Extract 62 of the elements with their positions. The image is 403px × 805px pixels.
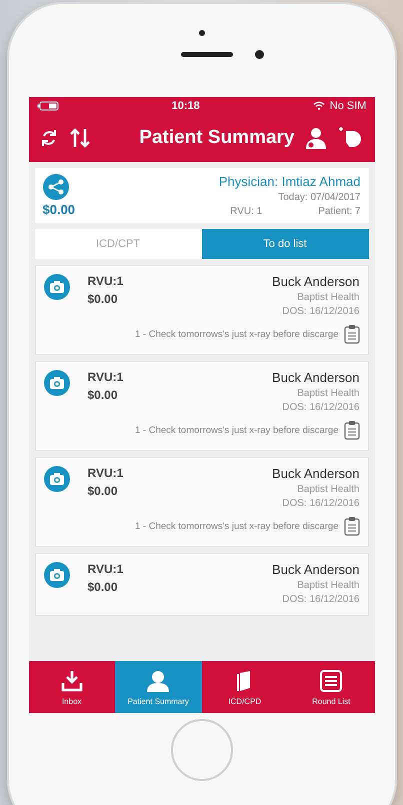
camera-icon[interactable] (44, 562, 70, 588)
nav-label: Round List (312, 696, 350, 706)
person-icon (146, 668, 170, 692)
camera-dot (198, 30, 204, 36)
battery-icon (36, 100, 58, 110)
today-date: Today: 07/04/2017 (278, 192, 360, 203)
patient-name: Buck Anderson (272, 562, 360, 577)
facility-name: Baptist Health (297, 580, 360, 591)
facility-name: Baptist Health (297, 484, 360, 495)
clipboard-icon (344, 324, 360, 344)
rvu-label: RVU: 1 (230, 206, 262, 217)
nav-label: Inbox (62, 696, 82, 706)
inbox-icon (60, 668, 84, 692)
nav-tab[interactable]: Patient Summary (115, 661, 202, 713)
rvu-label: RVU:1 (88, 370, 124, 384)
clipboard-icon (344, 420, 360, 440)
dos-date: DOS: 16/12/2016 (282, 594, 360, 605)
rvu-label: RVU:1 (88, 562, 124, 576)
wifi-icon (312, 101, 325, 110)
nav-tab[interactable]: Inbox (28, 661, 115, 713)
clipboard-icon (344, 516, 360, 536)
speaker-slot (181, 52, 233, 57)
amount-label: $0.00 (88, 292, 119, 306)
note-text: 1 - Check tomorrows's just x-ray before discarge (135, 424, 338, 436)
camera-icon[interactable] (44, 274, 70, 300)
patient-card[interactable]: RVU:1 $0.00 Buck Anderson Baptist Health DOS: 16/12/2016 1 - Check tomorrows's just x-ray before discarge (34, 361, 368, 451)
camera-icon[interactable] (44, 370, 70, 396)
patient-name: Buck Anderson (272, 370, 360, 385)
patient-card[interactable]: RVU:1 $0.00 Buck Anderson Baptist Health DOS: 16/12/2016 1 - Check tomorrows's just x-ray before discarge (34, 457, 368, 547)
camera-icon[interactable] (44, 466, 70, 492)
rvu-label: RVU:1 (88, 466, 124, 480)
carrier-label: No SIM (330, 100, 366, 112)
amount-label: $0.00 (88, 388, 119, 402)
share-icon[interactable] (42, 174, 68, 200)
facility-name: Baptist Health (297, 388, 360, 399)
note-text: 1 - Check tomorrows's just x-ray before discarge (135, 520, 338, 532)
nav-tab[interactable]: Round List (288, 661, 374, 713)
facility-name: Baptist Health (297, 292, 360, 303)
dos-date: DOS: 16/12/2016 (282, 402, 360, 413)
nav-label: ICD/CPD (228, 696, 262, 706)
amount-label: $0.00 (88, 580, 119, 594)
patient-name: Buck Anderson (272, 274, 360, 289)
rvu-label: RVU:1 (88, 274, 124, 288)
tab[interactable]: To do list (202, 229, 368, 259)
sensor-dot (255, 50, 264, 59)
status-time: 10:18 (172, 100, 200, 112)
person-icon (304, 126, 326, 150)
nav-label: Patient Summary (128, 696, 189, 706)
dos-date: DOS: 16/12/2016 (282, 498, 360, 509)
amount-label: $0.00 (42, 202, 76, 217)
nav-tab[interactable]: ICD/CPD (202, 661, 288, 713)
list-icon (319, 668, 344, 692)
patient-name: Buck Anderson (272, 466, 360, 481)
patient-count: Patient: 7 (318, 206, 360, 217)
sort-icon[interactable] (68, 127, 90, 149)
patient-card[interactable]: RVU:1 $0.00 Buck Anderson Baptist Health DOS: 16/12/2016 1 - Check tomorrows's just x-ray before discarge (34, 265, 368, 355)
amount-label: $0.00 (88, 484, 119, 498)
dos-date: DOS: 16/12/2016 (282, 306, 360, 317)
header-title: Patient Summary (138, 127, 294, 149)
patient-card[interactable]: RVU:1 $0.00 Buck Anderson Baptist Health DOS: 16/12/2016 (34, 553, 368, 616)
physician-name: Physician: Imtiaz Ahmad (218, 174, 360, 189)
note-text: 1 - Check tomorrows's just x-ray before discarge (135, 328, 338, 340)
